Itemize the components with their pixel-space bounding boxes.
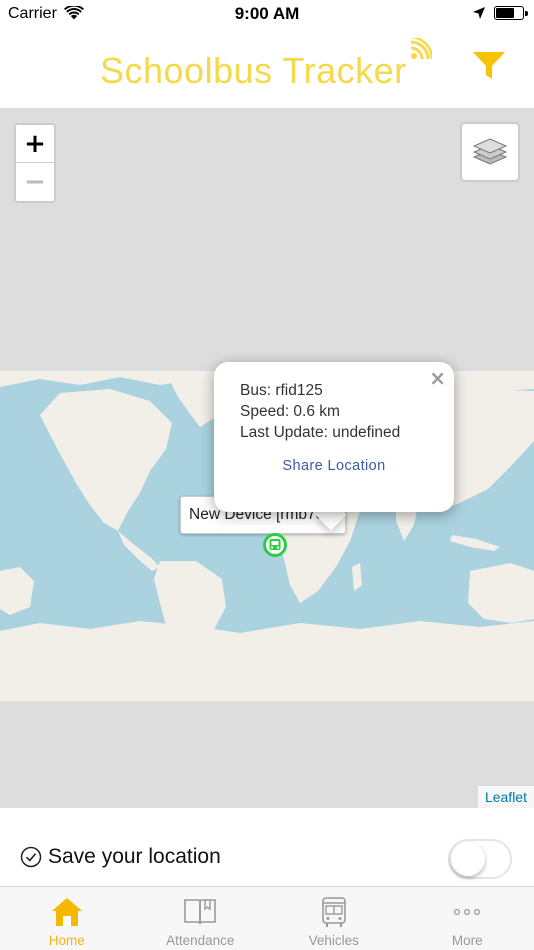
zoom-in-button[interactable]: + bbox=[16, 125, 54, 163]
home-icon bbox=[51, 898, 82, 926]
popup-speed: Speed: 0.6 km bbox=[240, 403, 340, 420]
book-icon bbox=[184, 899, 217, 925]
battery-icon bbox=[494, 6, 528, 20]
save-location-row: Save your location bbox=[0, 808, 534, 886]
leaflet-attribution[interactable]: Leaflet bbox=[477, 786, 534, 808]
app-header: Schoolbus Tracker bbox=[0, 30, 534, 108]
tab-vehicles[interactable]: Vehicles bbox=[267, 887, 401, 950]
tab-label: Attendance bbox=[166, 933, 235, 948]
tab-attendance[interactable]: Attendance bbox=[134, 887, 268, 950]
map-view[interactable]: + − New Device [rmb73b] × Bus: rfid125 S… bbox=[0, 108, 534, 808]
popup-bus: Bus: rfid125 bbox=[240, 382, 323, 399]
check-circle-icon bbox=[20, 846, 42, 868]
app-title: Schoolbus Tracker bbox=[100, 50, 407, 91]
filter-button[interactable] bbox=[468, 48, 510, 84]
popup-last-update: Last Update: undefined bbox=[240, 424, 401, 441]
tab-more[interactable]: More bbox=[401, 887, 534, 950]
filter-icon bbox=[473, 52, 505, 79]
tab-label: Vehicles bbox=[308, 933, 359, 948]
bus-icon bbox=[321, 897, 346, 927]
tab-home[interactable]: Home bbox=[0, 887, 134, 950]
tab-label: Home bbox=[48, 933, 85, 948]
popup-close-button[interactable]: × bbox=[429, 366, 446, 390]
status-bar: Carrier 9:00 AM bbox=[0, 0, 534, 30]
zoom-control: + − bbox=[14, 123, 56, 203]
location-arrow-icon bbox=[473, 7, 485, 19]
status-time: 9:00 AM bbox=[234, 4, 300, 23]
save-location-label: Save your location bbox=[48, 845, 221, 868]
layers-button[interactable] bbox=[460, 122, 520, 182]
save-location-toggle[interactable] bbox=[448, 839, 512, 879]
bus-info-popup: × Bus: rfid125 Speed: 0.6 km Last Update… bbox=[214, 362, 454, 512]
bus-marker-icon[interactable] bbox=[262, 532, 288, 558]
zoom-out-button[interactable]: − bbox=[16, 163, 54, 201]
tab-bar: Home Attendance Vehicles More bbox=[0, 886, 534, 950]
tab-label: More bbox=[451, 933, 483, 948]
share-location-link[interactable]: Share Location bbox=[214, 458, 454, 474]
signal-icon bbox=[410, 38, 432, 60]
toggle-knob[interactable] bbox=[451, 842, 485, 876]
more-icon bbox=[454, 908, 481, 916]
layers-icon bbox=[472, 138, 508, 165]
